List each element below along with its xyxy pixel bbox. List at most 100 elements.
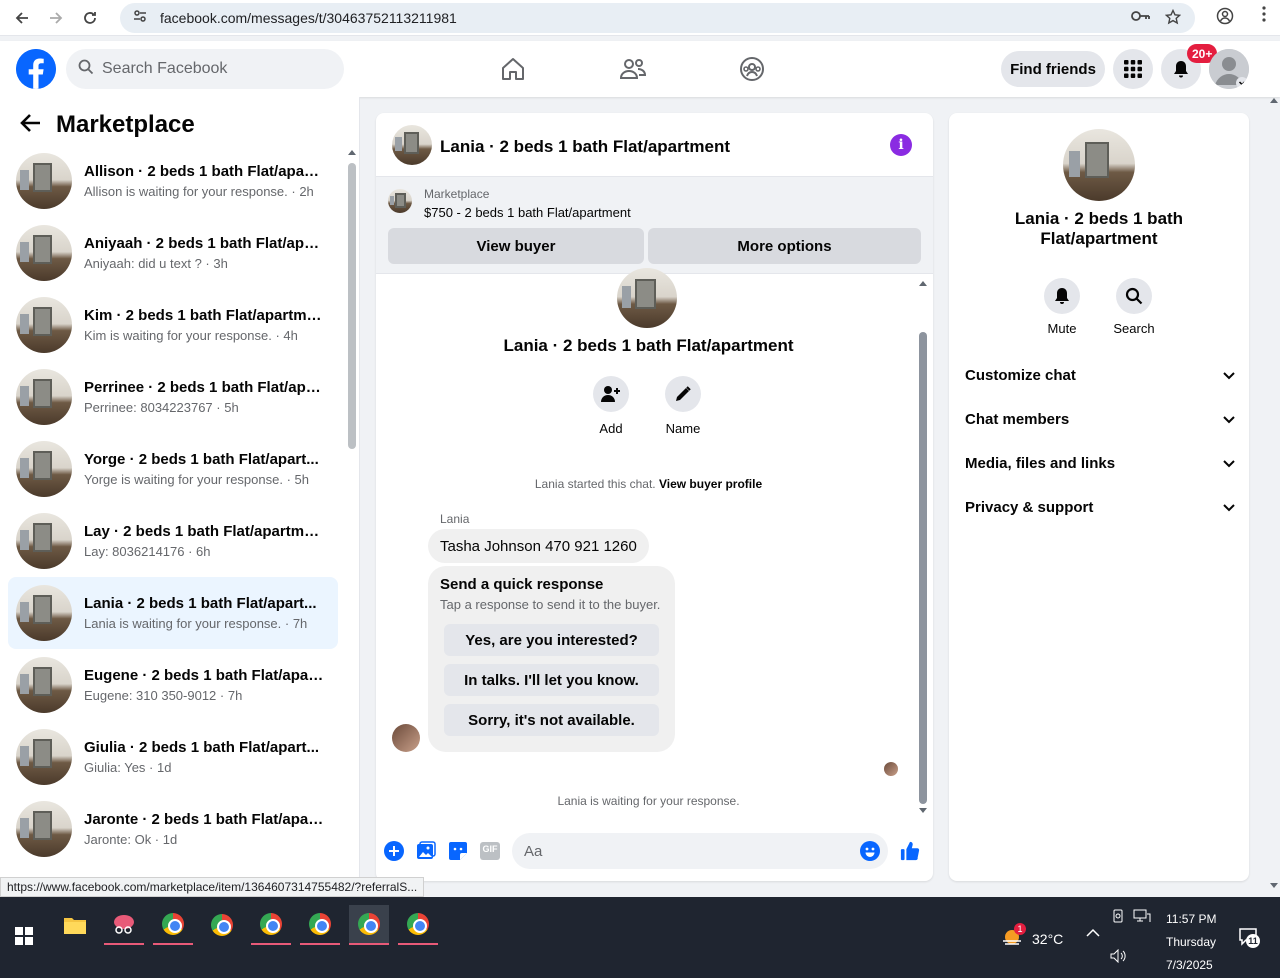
conversation-item[interactable]: Aniyaah · 2 beds 1 bath Flat/apa... Aniya…	[8, 217, 338, 289]
file-explorer-icon[interactable]	[55, 905, 95, 945]
conversation-name: Yorge · 2 beds 1 bath Flat/apart...	[84, 451, 319, 468]
mute-button[interactable]: Mute	[1032, 278, 1092, 336]
page-scrollbar[interactable]	[1268, 97, 1280, 897]
conversation-item[interactable]: Kim · 2 beds 1 bath Flat/apartme... Kim i…	[8, 289, 338, 361]
listing-thumbnail	[16, 513, 72, 569]
add-label: Add	[599, 421, 623, 436]
chrome-profile-icon[interactable]	[398, 905, 438, 945]
conversation-preview: Kim is waiting for your response. · 4h	[84, 328, 298, 343]
bookmark-star-icon[interactable]	[1164, 8, 1182, 29]
url-text[interactable]: facebook.com/messages/t/3046375211321198…	[160, 10, 457, 26]
browser-profile-icon[interactable]	[1216, 7, 1234, 30]
message-input[interactable]	[512, 833, 888, 869]
notification-center-icon[interactable]: 11	[1238, 927, 1260, 950]
chat-title[interactable]: Lania · 2 beds 1 bath Flat/apartment	[440, 137, 730, 157]
conversation-item[interactable]: Lay · 2 beds 1 bath Flat/apartment Lay: 8…	[8, 505, 338, 577]
home-icon[interactable]	[499, 55, 527, 83]
weather-widget[interactable]: 1 32°C	[1000, 923, 1063, 950]
conversation-preview: Lania is waiting for your response. · 7h	[84, 616, 308, 631]
sticker-icon[interactable]	[448, 841, 468, 861]
back-arrow-icon[interactable]	[10, 6, 34, 30]
chat-scrollbar[interactable]	[919, 280, 927, 813]
conversation-item[interactable]: Giulia · 2 beds 1 bath Flat/apart... Giul…	[8, 721, 338, 793]
gallery-icon[interactable]	[416, 841, 436, 861]
message-bubble[interactable]: Tasha Johnson 470 921 1260	[428, 529, 649, 563]
conversation-list-panel: Marketplace Allison · 2 beds 1 bath Flat…	[0, 97, 360, 897]
chevron-down-icon	[1223, 367, 1235, 384]
quick-response-talks-button[interactable]: In talks. I'll let you know.	[444, 664, 659, 696]
quick-response-card: Send a quick response Tap a response to …	[428, 566, 675, 752]
snipping-tool-icon[interactable]	[104, 905, 144, 945]
sender-avatar[interactable]	[392, 724, 420, 752]
friends-icon[interactable]	[619, 55, 647, 83]
conversation-item[interactable]: Yorge · 2 beds 1 bath Flat/apart... Yorge…	[8, 433, 338, 505]
browser-menu-icon[interactable]	[1262, 6, 1266, 27]
conversation-name: Aniyaah · 2 beds 1 bath Flat/apa...	[84, 235, 324, 252]
windows-start-icon[interactable]	[15, 927, 33, 945]
menu-grid-icon[interactable]	[1113, 49, 1153, 89]
weather-sun-icon: 1	[1000, 923, 1026, 950]
quick-response-yes-button[interactable]: Yes, are you interested?	[444, 624, 659, 656]
chat-members-section[interactable]: Chat members	[965, 399, 1235, 439]
gif-icon[interactable]: GIF	[480, 841, 500, 861]
conversation-list-scrollbar[interactable]	[348, 149, 356, 849]
conversation-item[interactable]: Eugene · 2 beds 1 bath Flat/apar... Eugen…	[8, 649, 338, 721]
volume-icon[interactable]	[1110, 948, 1126, 966]
edit-name-button[interactable]: Name	[653, 376, 713, 436]
quick-response-subtitle: Tap a response to send it to the buyer.	[440, 597, 661, 612]
system-clock[interactable]: 11:57 PM Thursday 7/3/2025	[1166, 908, 1216, 977]
reload-icon[interactable]	[78, 6, 102, 30]
privacy-support-section[interactable]: Privacy & support	[965, 487, 1235, 527]
network-icon[interactable]	[1133, 909, 1151, 926]
conversation-preview: Perrinee: 8034223767 · 5h	[84, 400, 239, 415]
chrome-profile-icon[interactable]	[251, 905, 291, 945]
chrome-icon[interactable]	[202, 905, 242, 945]
conversation-name: Lania · 2 beds 1 bath Flat/apart...	[84, 595, 317, 612]
chrome-profile-icon[interactable]	[300, 905, 340, 945]
chat-listing-thumbnail[interactable]	[392, 125, 432, 165]
back-arrow-icon[interactable]	[20, 113, 42, 138]
conversation-item-active[interactable]: Lania · 2 beds 1 bath Flat/apart... Lania…	[8, 577, 338, 649]
search-in-chat-button[interactable]: Search	[1104, 278, 1164, 336]
conversation-item[interactable]: Jaronte · 2 beds 1 bath Flat/apar... Jaro…	[8, 793, 338, 865]
key-icon[interactable]	[1131, 9, 1151, 29]
search-label: Search	[1113, 321, 1155, 336]
conversation-item[interactable]: Allison · 2 beds 1 bath Flat/apart... All…	[8, 145, 338, 217]
like-thumbs-up-icon[interactable]	[900, 841, 920, 861]
plus-circle-icon[interactable]	[384, 841, 404, 861]
conversation-name: Jaronte · 2 beds 1 bath Flat/apar...	[84, 811, 324, 828]
search-icon	[1116, 278, 1152, 314]
forward-arrow-icon[interactable]	[44, 6, 68, 30]
facebook-logo-icon[interactable]	[16, 49, 56, 89]
show-hidden-icons-chevron-icon[interactable]	[1086, 927, 1100, 941]
quick-response-unavailable-button[interactable]: Sorry, it's not available.	[444, 704, 659, 736]
view-buyer-profile-link[interactable]: View buyer profile	[659, 477, 762, 491]
message-thread: Lania · 2 beds 1 bath Flat/apartment Add…	[376, 268, 921, 814]
bell-icon	[1044, 278, 1080, 314]
account-avatar[interactable]	[1209, 49, 1249, 89]
emoji-icon[interactable]	[860, 841, 880, 861]
chrome-profile-active-icon[interactable]	[349, 905, 389, 945]
chevron-down-icon	[1223, 411, 1235, 428]
touch-keyboard-icon[interactable]	[1111, 909, 1125, 926]
facebook-header: Search Facebook Find friends 20+	[0, 41, 1280, 97]
search-facebook-input[interactable]: Search Facebook	[66, 49, 344, 89]
info-icon[interactable]: i	[890, 134, 912, 156]
media-files-links-section[interactable]: Media, files and links	[965, 443, 1235, 483]
conversation-item[interactable]: Perrinee · 2 beds 1 bath Flat/apa... Perr…	[8, 361, 338, 433]
find-friends-button[interactable]: Find friends	[1001, 51, 1105, 87]
groups-icon[interactable]	[738, 55, 766, 83]
chevron-down-icon	[1223, 455, 1235, 472]
more-options-button[interactable]: More options	[648, 228, 921, 264]
marketplace-listing-banner: Marketplace $750 - 2 beds 1 bath Flat/ap…	[376, 177, 933, 274]
mute-label: Mute	[1047, 321, 1077, 336]
status-link-preview: https://www.facebook.com/marketplace/ite…	[0, 877, 425, 897]
chat-info-avatar	[1063, 129, 1135, 201]
add-people-button[interactable]: Add	[581, 376, 641, 436]
listing-price-title[interactable]: $750 - 2 beds 1 bath Flat/apartment	[424, 205, 631, 220]
chrome-profile-n-icon[interactable]	[153, 905, 193, 945]
view-buyer-button[interactable]: View buyer	[388, 228, 644, 264]
site-settings-icon[interactable]	[132, 8, 148, 29]
address-bar[interactable]: facebook.com/messages/t/3046375211321198…	[120, 3, 1195, 33]
customize-chat-section[interactable]: Customize chat	[965, 355, 1235, 395]
